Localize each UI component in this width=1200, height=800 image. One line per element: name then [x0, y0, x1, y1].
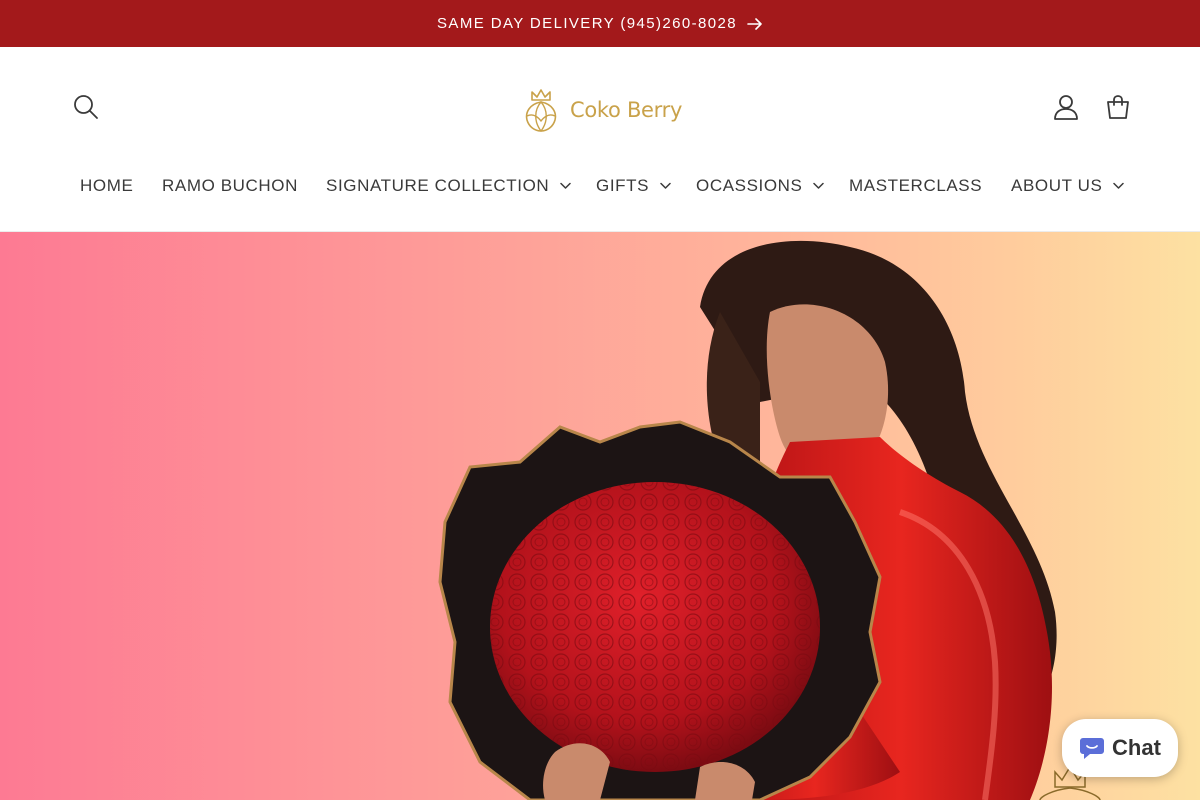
nav-item-label: RAMO BUCHON	[162, 176, 298, 195]
chevron-down-icon	[560, 182, 571, 189]
chevron-down-icon	[1113, 182, 1124, 189]
announcement-bar: SAME DAY DELIVERY (945)260-8028	[0, 0, 1200, 47]
site-header: Coko Berry HOME RAMO BUCHON SIGNATURE CO…	[0, 47, 1200, 232]
search-icon	[74, 95, 98, 119]
nav-item-label: HOME	[80, 176, 134, 195]
logo-text: Coko Berry	[570, 98, 683, 122]
announcement-link[interactable]: SAME DAY DELIVERY (945)260-8028	[437, 15, 763, 32]
nav-item-label: GIFTS	[596, 176, 650, 195]
account-icon	[1054, 95, 1078, 120]
nav-item-signature-collection[interactable]: SIGNATURE COLLECTION	[326, 163, 549, 209]
hero-banner	[0, 232, 1200, 800]
nav-item-masterclass[interactable]: MASTERCLASS	[849, 163, 982, 209]
nav-item-label: OCASSIONS	[696, 176, 803, 195]
nav-item-gifts[interactable]: GIFTS	[596, 163, 649, 209]
chevron-down-icon	[660, 182, 671, 189]
logo-emblem-icon	[525, 89, 557, 133]
nav-item-ramo-buchon[interactable]: RAMO BUCHON	[162, 163, 298, 209]
announcement-text: SAME DAY DELIVERY (945)260-8028	[437, 15, 737, 32]
search-button[interactable]	[64, 85, 108, 129]
arrow-right-icon	[747, 17, 762, 30]
nav-item-label: SIGNATURE COLLECTION	[326, 176, 550, 195]
cart-icon	[1107, 95, 1129, 119]
hero-image	[438, 240, 1101, 800]
nav-item-home[interactable]: HOME	[80, 163, 133, 209]
nav-item-about-us[interactable]: ABOUT US	[1011, 163, 1102, 209]
account-button[interactable]	[1044, 85, 1088, 129]
chevron-down-icon	[813, 182, 824, 189]
site-logo[interactable]: Coko Berry	[520, 85, 690, 135]
chat-button[interactable]: Chat	[1062, 719, 1178, 777]
nav-item-label: ABOUT US	[1011, 176, 1103, 195]
chat-bubble-icon	[1080, 738, 1105, 759]
main-nav: HOME RAMO BUCHON SIGNATURE COLLECTION GI…	[0, 163, 1200, 209]
nav-item-label: MASTERCLASS	[849, 176, 983, 195]
chat-label: Chat	[1112, 735, 1161, 760]
cart-button[interactable]	[1096, 85, 1140, 129]
nav-item-ocassions[interactable]: OCASSIONS	[696, 163, 802, 209]
